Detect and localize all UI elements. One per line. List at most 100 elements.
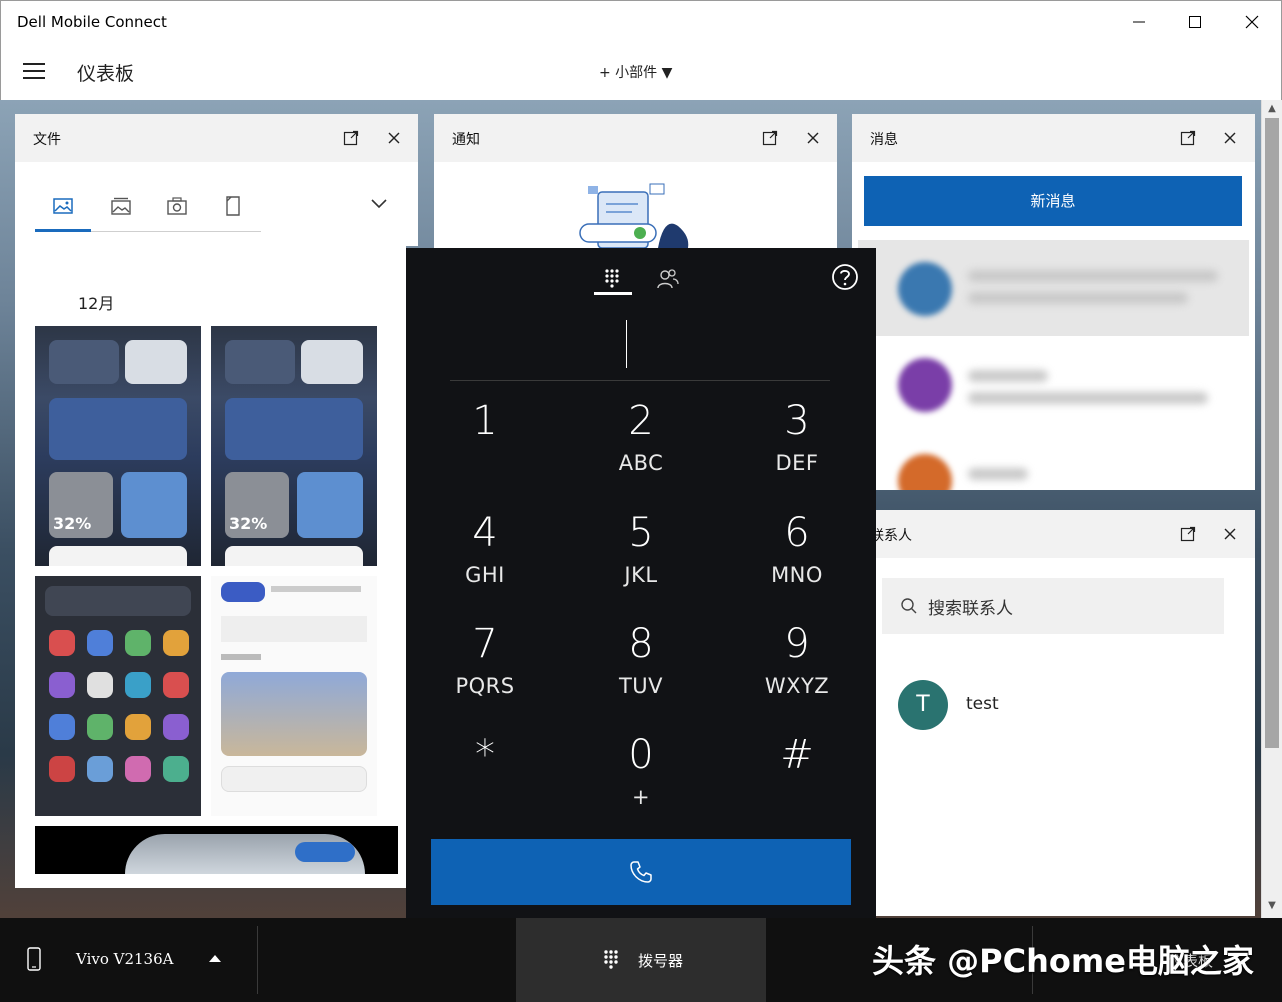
- key-digit: 0: [628, 732, 654, 778]
- key-letters: +: [631, 785, 651, 809]
- avatar: T: [898, 680, 948, 730]
- messages-widget-header: 消息: [852, 114, 1255, 162]
- key-4[interactable]: 4 GHI: [425, 510, 545, 588]
- key-letters: GHI: [465, 563, 505, 587]
- key-letters: MNO: [771, 563, 823, 587]
- files-widget-title: 文件: [33, 132, 61, 148]
- close-icon[interactable]: [805, 130, 821, 146]
- notifications-widget-header: 通知: [434, 114, 837, 162]
- key-star[interactable]: *: [425, 732, 545, 784]
- key-0[interactable]: 0 +: [581, 732, 701, 810]
- menu-icon[interactable]: [23, 58, 55, 84]
- tab-keypad[interactable]: [592, 262, 632, 296]
- divider: [257, 926, 258, 994]
- keypad-icon: [605, 269, 619, 288]
- contacts-widget: 联系人 搜索联系人 T test: [852, 510, 1255, 916]
- contacts-widget-title: 联系人: [870, 528, 912, 544]
- open-external-icon[interactable]: [1180, 526, 1196, 542]
- key-5[interactable]: 5 JKL: [581, 510, 701, 588]
- key-digit: *: [475, 732, 495, 778]
- dialer-tab-label: 拨号器: [638, 952, 684, 970]
- close-icon[interactable]: [386, 130, 402, 146]
- battery-percent: 32%: [53, 514, 92, 533]
- avatar: [898, 262, 952, 316]
- caret-up-icon[interactable]: [208, 952, 222, 964]
- dialer-panel: 1 2 ABC 3 DEF 4 GHI 5 JKL 6 MNO 7 PQRS 8 TUV 9 WXYZ * 0 + #: [406, 248, 876, 918]
- tab-contacts[interactable]: [648, 262, 688, 296]
- new-message-button[interactable]: 新消息: [864, 176, 1242, 226]
- key-digit: 7: [472, 621, 498, 667]
- album-icon: [111, 197, 131, 215]
- key-digit: 9: [784, 621, 810, 667]
- message-row[interactable]: [858, 336, 1249, 432]
- tab-photos[interactable]: [35, 186, 91, 226]
- battery-percent: 32%: [229, 514, 268, 533]
- key-letters: WXYZ: [764, 674, 830, 698]
- key-digit: 8: [628, 621, 654, 667]
- close-button[interactable]: [1232, 7, 1272, 37]
- maximize-button[interactable]: [1175, 7, 1215, 37]
- open-external-icon[interactable]: [1180, 130, 1196, 146]
- active-tab-indicator: [594, 292, 632, 295]
- document-icon: [226, 196, 240, 216]
- add-widget-button[interactable]: + 小部件 ▼: [599, 62, 672, 82]
- scroll-up-icon[interactable]: ▲: [1266, 103, 1278, 115]
- device-name[interactable]: Vivo V2136A: [76, 950, 173, 968]
- close-icon: [1245, 15, 1259, 29]
- key-hash[interactable]: #: [737, 732, 857, 784]
- key-1[interactable]: 1: [425, 398, 545, 450]
- number-input[interactable]: [626, 320, 627, 368]
- app-header: 仪表板 + 小部件 ▼: [0, 42, 1282, 100]
- open-external-icon[interactable]: [762, 130, 778, 146]
- open-external-icon[interactable]: [343, 130, 359, 146]
- key-letters: ABC: [618, 451, 664, 475]
- call-button[interactable]: [431, 839, 851, 905]
- key-letters: JKL: [624, 563, 658, 587]
- key-6[interactable]: 6 MNO: [737, 510, 857, 588]
- files-widget: 文件: [15, 114, 418, 246]
- tab-dialer[interactable]: 拨号器: [516, 918, 766, 1002]
- photo-thumbnail[interactable]: [211, 576, 377, 816]
- contact-name: test: [966, 694, 999, 714]
- contact-search-input[interactable]: 搜索联系人: [882, 578, 1224, 634]
- window-title: Dell Mobile Connect: [17, 13, 167, 31]
- photo-thumbnail[interactable]: [35, 826, 398, 874]
- key-7[interactable]: 7 PQRS: [425, 621, 545, 699]
- phone-icon: [630, 861, 652, 883]
- chevron-down-icon[interactable]: [370, 196, 388, 210]
- messages-widget-title: 消息: [870, 132, 898, 148]
- help-icon[interactable]: [830, 262, 860, 292]
- tab-albums[interactable]: [93, 186, 149, 226]
- key-letters: DEF: [775, 451, 819, 475]
- key-2[interactable]: 2 ABC: [581, 398, 701, 476]
- key-letters: PQRS: [455, 674, 515, 698]
- scrollbar[interactable]: ▲ ▼: [1261, 100, 1282, 918]
- photo-thumbnail[interactable]: 32%: [35, 326, 201, 566]
- close-icon[interactable]: [1222, 526, 1238, 542]
- files-gallery: 12月 32% 32%: [15, 246, 406, 888]
- key-3[interactable]: 3 DEF: [737, 398, 857, 476]
- tab-documents[interactable]: [205, 186, 261, 226]
- key-digit: #: [780, 732, 814, 778]
- file-type-tabs: [35, 180, 261, 232]
- message-row[interactable]: [858, 240, 1249, 336]
- photo-thumbnail[interactable]: [35, 576, 201, 816]
- scroll-down-icon[interactable]: ▼: [1266, 900, 1278, 912]
- message-row[interactable]: [858, 432, 1249, 490]
- avatar: [898, 358, 952, 412]
- contacts-widget-header: 联系人: [852, 510, 1255, 558]
- smartphone-icon: [27, 947, 41, 971]
- avatar: [898, 454, 952, 490]
- key-9[interactable]: 9 WXYZ: [737, 621, 857, 699]
- active-tab-indicator: [35, 229, 91, 232]
- month-heading: 12月: [78, 294, 115, 313]
- key-digit: 3: [784, 398, 810, 444]
- key-8[interactable]: 8 TUV: [581, 621, 701, 699]
- search-icon: [901, 598, 917, 614]
- close-icon[interactable]: [1222, 130, 1238, 146]
- minimize-button[interactable]: [1119, 7, 1159, 37]
- tab-videos[interactable]: [149, 186, 205, 226]
- scrollbar-thumb[interactable]: [1265, 118, 1279, 748]
- photo-thumbnail[interactable]: 32%: [211, 326, 377, 566]
- search-placeholder: 搜索联系人: [928, 599, 1013, 619]
